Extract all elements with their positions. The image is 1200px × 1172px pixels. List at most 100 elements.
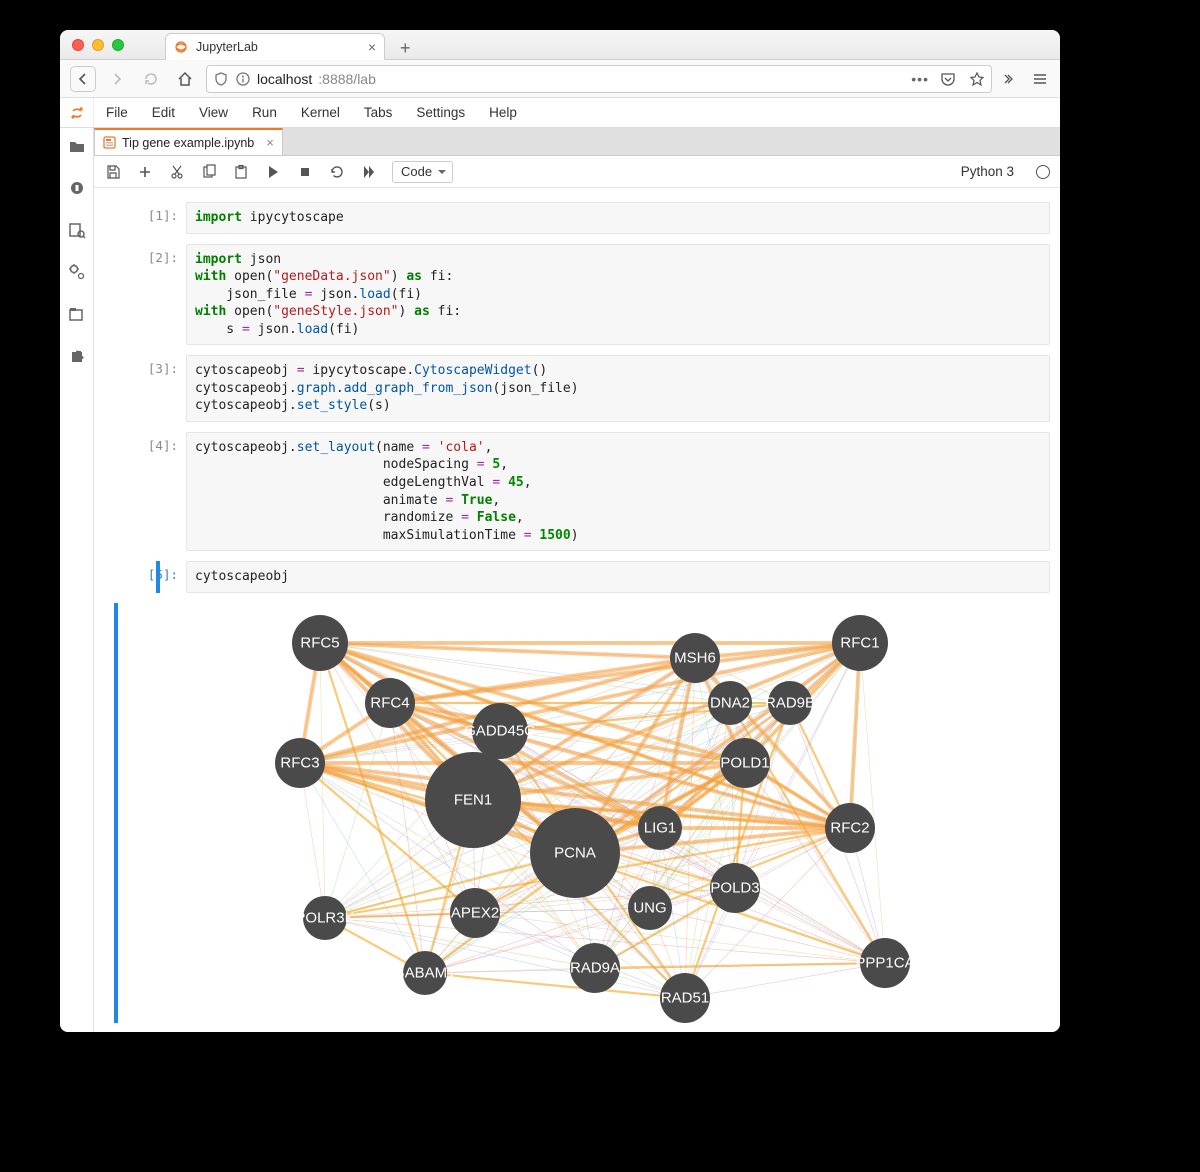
cell-prompt: [5]:: [136, 561, 186, 593]
menu-edit[interactable]: Edit: [140, 99, 187, 126]
graph-node-rfc1[interactable]: RFC1: [832, 615, 888, 671]
graph-node-polr3k[interactable]: POLR3K: [295, 896, 354, 940]
pocket-icon[interactable]: [939, 70, 957, 88]
graph-node-dna2[interactable]: DNA2: [708, 681, 752, 725]
refresh-button[interactable]: [138, 66, 164, 92]
forward-button[interactable]: [104, 66, 130, 92]
code-cell-active[interactable]: [5]: cytoscapeobj: [136, 561, 1050, 593]
cell-input[interactable]: cytoscapeobj.set_layout(name = 'cola', n…: [186, 432, 1050, 551]
restart-run-all-button[interactable]: [360, 163, 378, 181]
cell-prompt: [3]:: [136, 355, 186, 422]
window-titlebar: JupyterLab × +: [60, 30, 1060, 60]
close-tab-icon[interactable]: ×: [368, 39, 376, 55]
cut-button[interactable]: [168, 163, 186, 181]
file-browser-icon[interactable]: [67, 136, 87, 156]
jupyter-favicon-icon: [174, 40, 188, 54]
graph-node-fen1[interactable]: FEN1: [425, 752, 521, 848]
hamburger-menu-icon[interactable]: [1030, 69, 1050, 89]
jupyter-menubar: FileEditViewRunKernelTabsSettingsHelp: [60, 98, 1060, 128]
menu-file[interactable]: File: [94, 99, 140, 126]
notebook-panel: Tip gene example.ipynb × Code Python 3: [94, 128, 1060, 1032]
menu-settings[interactable]: Settings: [404, 99, 477, 126]
cell-input[interactable]: cytoscapeobj: [186, 561, 1050, 593]
restart-button[interactable]: [328, 163, 346, 181]
svg-text:POLD3: POLD3: [710, 879, 759, 896]
graph-node-apex2[interactable]: APEX2: [450, 888, 500, 938]
cell-prompt: [4]:: [136, 432, 186, 551]
svg-text:RAD9B: RAD9B: [765, 694, 815, 711]
code-cell[interactable]: [2]: import json with open("geneData.jso…: [136, 244, 1050, 346]
main-area: Tip gene example.ipynb × Code Python 3: [60, 128, 1060, 1032]
menu-run[interactable]: Run: [240, 99, 289, 126]
maximize-window-button[interactable]: [112, 39, 124, 51]
cell-input[interactable]: import json with open("geneData.json") a…: [186, 244, 1050, 346]
cell-input[interactable]: import ipycytoscape: [186, 202, 1050, 234]
svg-text:LIG1: LIG1: [644, 819, 677, 836]
notebook-file-icon: [103, 136, 116, 149]
graph-node-msh6[interactable]: MSH6: [670, 633, 720, 683]
overflow-chevron-icon[interactable]: [1000, 69, 1020, 89]
insert-cell-button[interactable]: [136, 163, 154, 181]
minimize-window-button[interactable]: [92, 39, 104, 51]
svg-text:PPP1CA: PPP1CA: [855, 954, 914, 971]
cell-input[interactable]: cytoscapeobj = ipycytoscape.CytoscapeWid…: [186, 355, 1050, 422]
menu-kernel[interactable]: Kernel: [289, 99, 352, 126]
copy-button[interactable]: [200, 163, 218, 181]
graph-node-rfc5[interactable]: RFC5: [292, 615, 348, 671]
graph-node-rad51[interactable]: RAD51: [660, 973, 710, 1023]
info-icon: [235, 71, 251, 87]
svg-text:PCNA: PCNA: [554, 844, 596, 861]
close-notebook-tab-icon[interactable]: ×: [266, 135, 274, 150]
settings-gear-icon[interactable]: [67, 262, 87, 282]
paste-button[interactable]: [232, 163, 250, 181]
cell-prompt: [1]:: [136, 202, 186, 234]
graph-node-rfc2[interactable]: RFC2: [825, 803, 875, 853]
code-cell[interactable]: [3]: cytoscapeobj = ipycytoscape.Cytosca…: [136, 355, 1050, 422]
home-button[interactable]: [172, 66, 198, 92]
graph-node-pold1[interactable]: POLD1: [720, 738, 770, 788]
menu-view[interactable]: View: [187, 99, 240, 126]
browser-toolbar: localhost :8888/lab •••: [60, 60, 1060, 98]
kernel-status-icon: [1036, 165, 1050, 179]
bookmark-star-icon[interactable]: [969, 71, 985, 87]
graph-node-ppp1ca[interactable]: PPP1CA: [855, 938, 914, 988]
shield-icon: [213, 71, 229, 87]
interrupt-button[interactable]: [296, 163, 314, 181]
back-button[interactable]: [70, 66, 96, 92]
commands-icon[interactable]: [67, 220, 87, 240]
kernel-name[interactable]: Python 3: [961, 164, 1014, 179]
jupyter-logo-icon[interactable]: [60, 98, 94, 127]
menu-help[interactable]: Help: [477, 99, 529, 126]
browser-window: JupyterLab × + localhost :8888/lab ••• Fi…: [60, 30, 1060, 1032]
graph-node-rad9a[interactable]: RAD9A: [570, 943, 620, 993]
browser-tab[interactable]: JupyterLab ×: [165, 33, 385, 60]
save-button[interactable]: [104, 163, 122, 181]
url-bar[interactable]: localhost :8888/lab •••: [206, 65, 992, 93]
graph-node-rfc4[interactable]: RFC4: [365, 678, 415, 728]
url-host: localhost: [257, 71, 312, 87]
notebook-tab[interactable]: Tip gene example.ipynb ×: [94, 128, 283, 155]
notebook-body[interactable]: [1]: import ipycytoscape [2]: import jso…: [94, 188, 1060, 1032]
graph-node-ung[interactable]: UNG: [628, 886, 672, 930]
graph-node-gadd45g[interactable]: GADD45G: [464, 703, 536, 759]
graph-node-lig1[interactable]: LIG1: [638, 806, 682, 850]
graph-node-pold3[interactable]: POLD3: [710, 863, 760, 913]
tabs-icon[interactable]: [67, 304, 87, 324]
browser-tab-title: JupyterLab: [196, 40, 258, 54]
run-button[interactable]: [264, 163, 282, 181]
extension-puzzle-icon[interactable]: [67, 346, 87, 366]
cell-type-selector[interactable]: Code: [392, 161, 453, 183]
more-ellipsis[interactable]: •••: [911, 71, 929, 87]
code-cell[interactable]: [1]: import ipycytoscape: [136, 202, 1050, 234]
cell-output: RFC5RFC4RFC3GADD45GFEN1PCNAAPEX2POLR3KBA…: [136, 603, 1050, 1023]
url-path: :8888/lab: [318, 71, 376, 87]
graph-node-rfc3[interactable]: RFC3: [275, 738, 325, 788]
svg-text:MSH6: MSH6: [674, 649, 716, 666]
cytoscape-graph-output[interactable]: RFC5RFC4RFC3GADD45GFEN1PCNAAPEX2POLR3KBA…: [190, 603, 1050, 1023]
graph-node-pcna[interactable]: PCNA: [530, 808, 620, 898]
code-cell[interactable]: [4]: cytoscapeobj.set_layout(name = 'col…: [136, 432, 1050, 551]
new-tab-button[interactable]: +: [400, 38, 411, 59]
menu-tabs[interactable]: Tabs: [352, 99, 405, 126]
running-terminals-icon[interactable]: [67, 178, 87, 198]
close-window-button[interactable]: [72, 39, 84, 51]
